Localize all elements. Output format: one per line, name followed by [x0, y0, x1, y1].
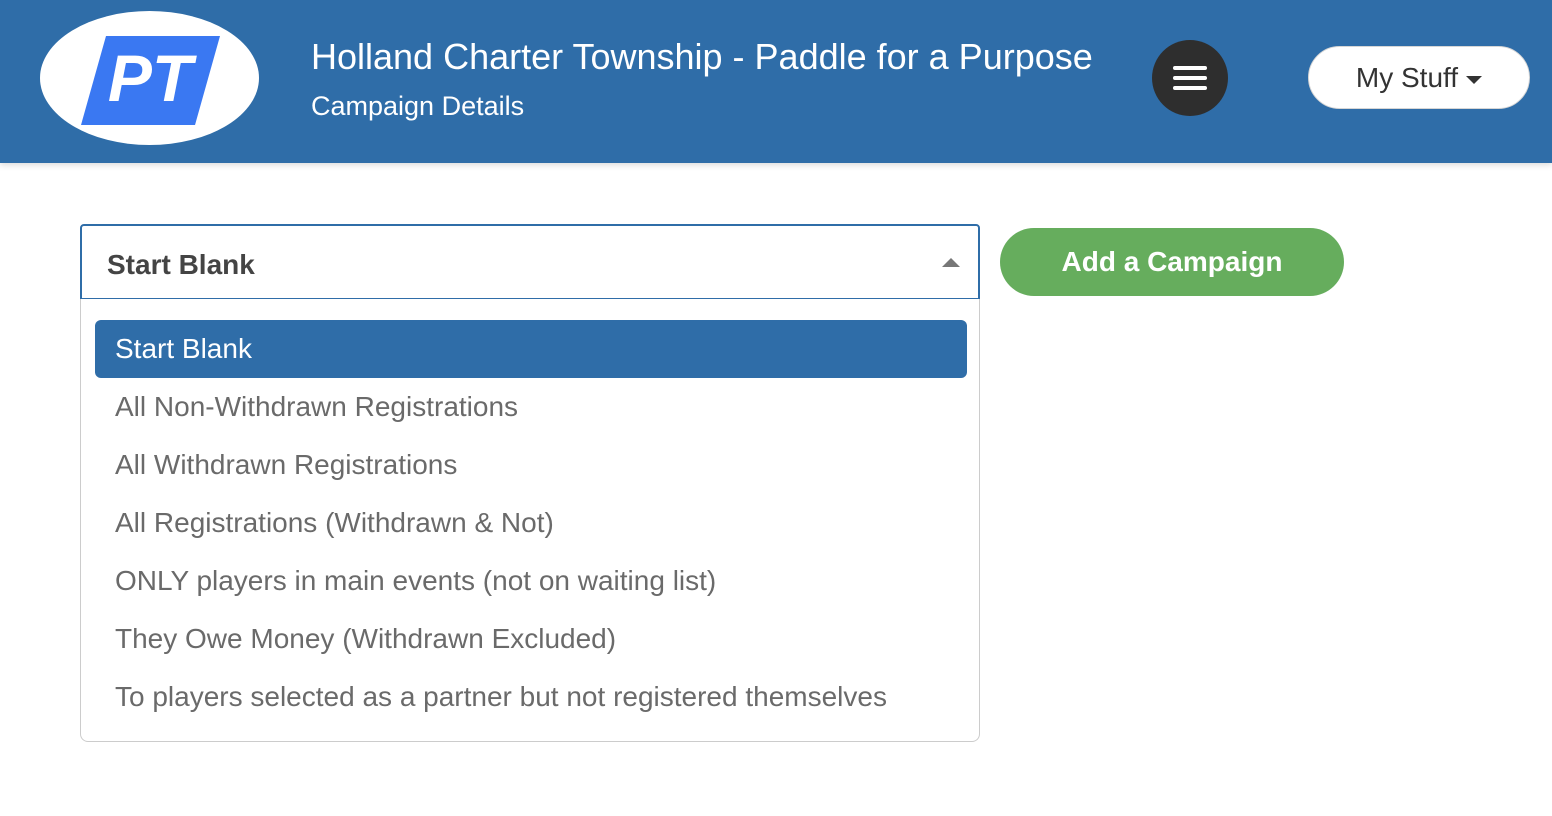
- campaign-template-dropdown: Start Blank All Non-Withdrawn Registrati…: [80, 299, 980, 742]
- caret-up-icon: [942, 258, 960, 267]
- site-logo[interactable]: PT: [40, 11, 259, 145]
- my-stuff-button[interactable]: My Stuff: [1308, 46, 1530, 109]
- option-main-events-only[interactable]: ONLY players in main events (not on wait…: [95, 552, 967, 610]
- menu-button[interactable]: [1152, 40, 1228, 116]
- page-subtitle: Campaign Details: [311, 91, 525, 121]
- option-all-registrations[interactable]: All Registrations (Withdrawn & Not): [95, 494, 967, 552]
- select-current-value: Start Blank: [107, 249, 255, 280]
- header-bar: PT Holland Charter Township - Paddle for…: [0, 0, 1552, 163]
- option-owe-money[interactable]: They Owe Money (Withdrawn Excluded): [95, 610, 967, 668]
- pt-logo-icon: PT: [81, 36, 220, 125]
- my-stuff-label: My Stuff: [1355, 61, 1459, 93]
- hamburger-icon: [1173, 66, 1207, 90]
- option-all-withdrawn[interactable]: All Withdrawn Registrations: [95, 436, 967, 494]
- page-title: Holland Charter Township - Paddle for a …: [311, 36, 1093, 77]
- option-all-non-withdrawn[interactable]: All Non-Withdrawn Registrations: [95, 378, 967, 436]
- logo-text: PT: [108, 41, 197, 115]
- option-start-blank[interactable]: Start Blank: [95, 320, 967, 378]
- campaign-template-select[interactable]: Start Blank: [80, 224, 980, 300]
- option-partner-not-registered[interactable]: To players selected as a partner but not…: [95, 668, 967, 726]
- add-campaign-button[interactable]: Add a Campaign: [1000, 228, 1344, 296]
- caret-down-icon: [1466, 75, 1483, 84]
